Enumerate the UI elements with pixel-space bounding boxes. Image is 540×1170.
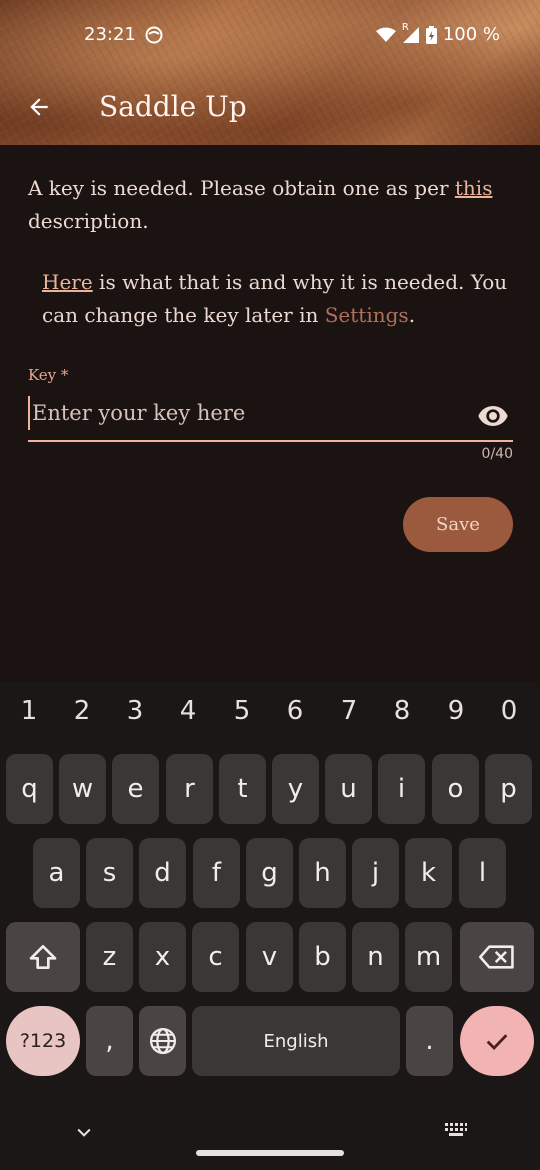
shift-key[interactable] xyxy=(6,922,80,992)
letter-key[interactable]: i xyxy=(378,754,425,824)
number-key[interactable]: 6 xyxy=(275,696,315,726)
letter-key[interactable]: d xyxy=(139,838,186,908)
letter-key[interactable]: j xyxy=(352,838,399,908)
soft-keyboard: 1234567890 qwertyuiop asdfghjkl zxcvbnm ?1… xyxy=(0,682,540,1170)
key-needed-text: A key is needed. Please obtain one as pe… xyxy=(28,172,518,238)
letter-key[interactable]: r xyxy=(166,754,213,824)
app-header: 23:21 R 100 % Saddle Up xyxy=(0,0,540,145)
letter-key[interactable]: c xyxy=(192,922,239,992)
settings-link[interactable]: Settings xyxy=(325,303,409,327)
letter-key[interactable]: a xyxy=(33,838,80,908)
home-indicator[interactable] xyxy=(196,1150,344,1156)
letter-key[interactable]: u xyxy=(325,754,372,824)
globe-icon xyxy=(149,1028,176,1054)
page-title: Saddle Up xyxy=(99,90,247,123)
letter-key[interactable]: g xyxy=(246,838,293,908)
para1-text-end: description. xyxy=(28,209,149,233)
number-key[interactable]: 3 xyxy=(115,696,155,726)
backspace-icon xyxy=(479,945,514,969)
period-key[interactable]: . xyxy=(406,1006,453,1076)
letter-key[interactable]: w xyxy=(59,754,106,824)
number-key[interactable]: 2 xyxy=(62,696,102,726)
number-key[interactable]: 8 xyxy=(382,696,422,726)
number-key[interactable]: 7 xyxy=(329,696,369,726)
letter-key[interactable]: t xyxy=(219,754,266,824)
this-description-link[interactable]: this xyxy=(455,176,493,200)
status-icons: R 100 % xyxy=(375,22,500,45)
number-key[interactable]: 0 xyxy=(489,696,529,726)
letter-key[interactable]: q xyxy=(6,754,53,824)
status-time: 23:21 xyxy=(84,24,136,45)
notification-app-icon xyxy=(145,26,163,44)
para2-text-end: . xyxy=(408,303,416,327)
enter-key[interactable] xyxy=(460,1006,534,1076)
keyboard-switch-button[interactable] xyxy=(444,1122,468,1142)
para1-text-start: A key is needed. Please obtain one as pe… xyxy=(28,176,455,200)
letter-key[interactable]: n xyxy=(352,922,399,992)
symbols-key[interactable]: ?123 xyxy=(6,1006,80,1076)
back-button[interactable] xyxy=(22,90,56,124)
letter-key[interactable]: e xyxy=(112,754,159,824)
key-field-row xyxy=(28,384,513,442)
wifi-icon xyxy=(375,27,396,43)
roaming-badge: R xyxy=(401,21,409,33)
number-key[interactable]: 9 xyxy=(436,696,476,726)
letter-key[interactable]: l xyxy=(459,838,506,908)
para2-text-mid: is what that is and why it is needed. Yo… xyxy=(42,270,508,327)
comma-key[interactable]: , xyxy=(86,1006,133,1076)
navigation-bar xyxy=(0,1112,540,1170)
letter-key[interactable]: f xyxy=(193,838,240,908)
letter-key[interactable]: o xyxy=(432,754,479,824)
hide-keyboard-button[interactable] xyxy=(74,1122,94,1142)
language-key[interactable] xyxy=(139,1006,186,1076)
status-bar: 23:21 R 100 % xyxy=(0,18,540,54)
toggle-visibility-button[interactable] xyxy=(477,400,509,432)
letter-key[interactable]: m xyxy=(405,922,452,992)
key-input[interactable] xyxy=(28,396,448,430)
letter-key[interactable]: b xyxy=(299,922,346,992)
backspace-key[interactable] xyxy=(460,922,534,992)
number-key[interactable]: 5 xyxy=(222,696,262,726)
here-link[interactable]: Here xyxy=(42,270,93,294)
signal-icon: R xyxy=(402,22,420,44)
letter-key[interactable]: p xyxy=(485,754,532,824)
letter-key[interactable]: h xyxy=(299,838,346,908)
arrow-back-icon xyxy=(30,98,48,116)
chevron-down-icon xyxy=(77,1128,91,1137)
shift-icon xyxy=(29,945,57,969)
toolbar: Saddle Up xyxy=(0,86,540,132)
save-button[interactable]: Save xyxy=(403,497,513,552)
keyboard-icon xyxy=(445,1123,467,1136)
number-key[interactable]: 4 xyxy=(168,696,208,726)
eye-icon xyxy=(478,406,508,426)
checkmark-icon xyxy=(486,1034,508,1051)
battery-icon xyxy=(425,25,437,44)
letter-key[interactable]: z xyxy=(86,922,133,992)
space-key[interactable]: English xyxy=(192,1006,400,1076)
letter-key[interactable]: x xyxy=(139,922,186,992)
content: A key is needed. Please obtain one as pe… xyxy=(28,172,518,332)
letter-key[interactable]: s xyxy=(86,838,133,908)
key-field-label: Key * xyxy=(28,366,69,384)
letter-key[interactable]: k xyxy=(405,838,452,908)
letter-key[interactable]: v xyxy=(246,922,293,992)
battery-percent: 100 % xyxy=(442,24,500,45)
key-field: Key * 0/40 xyxy=(28,366,513,462)
letter-key[interactable]: y xyxy=(272,754,319,824)
number-key[interactable]: 1 xyxy=(9,696,49,726)
key-explanation-text: Here is what that is and why it is neede… xyxy=(28,266,518,332)
number-row: 1234567890 xyxy=(0,682,540,742)
character-counter: 0/40 xyxy=(481,446,513,462)
